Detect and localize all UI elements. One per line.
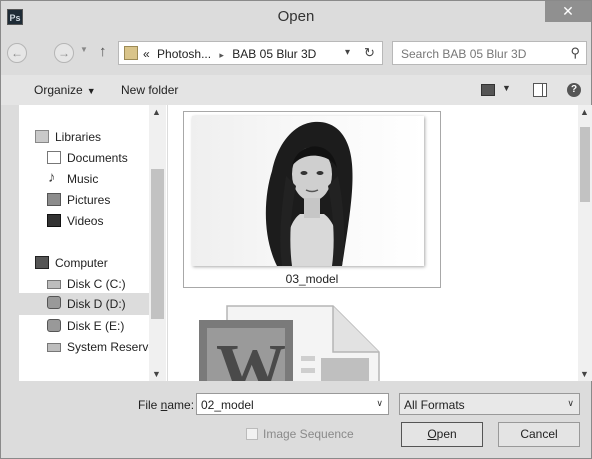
file-name-label: 03_model xyxy=(285,272,339,286)
nav-item-label: Documents xyxy=(67,151,128,165)
scrollbar-thumb[interactable] xyxy=(151,169,164,319)
breadcrumb: « Photosh... ▸ BAB 05 Blur 3D xyxy=(143,47,316,61)
image-thumbnail xyxy=(192,116,424,266)
nav-item-label: Pictures xyxy=(67,193,111,207)
caret-down-icon: ▼ xyxy=(86,86,96,96)
close-button[interactable]: ✕ xyxy=(545,1,591,22)
breadcrumb-separator-icon[interactable]: ▸ xyxy=(219,50,224,60)
disk-drive-icon xyxy=(47,296,61,309)
command-toolbar: Organize ▼ New folder ▼ ? xyxy=(1,75,591,105)
file-list-scrollbar[interactable]: ▲ ▼ xyxy=(578,105,592,381)
breadcrumb-item[interactable]: BAB 05 Blur 3D xyxy=(232,47,316,61)
disk-drive-icon xyxy=(47,319,61,332)
libraries-icon xyxy=(35,130,49,143)
navigation-pane: Libraries Documents Music Pictures Video… xyxy=(19,105,167,381)
nav-item-system-reserved[interactable]: System Reserved xyxy=(47,337,165,357)
change-view-icon[interactable] xyxy=(481,84,495,96)
portrait-photo xyxy=(265,121,353,266)
breadcrumb-item[interactable]: Photosh... xyxy=(157,47,211,61)
pictures-icon xyxy=(47,193,61,206)
image-sequence-checkbox[interactable] xyxy=(246,428,258,440)
dialog-title: Open xyxy=(277,8,315,25)
file-name-input[interactable]: 02_model xyxy=(201,398,254,412)
chevron-down-icon[interactable]: ∨ xyxy=(376,398,383,409)
chevron-down-icon[interactable]: ∨ xyxy=(567,398,574,409)
nav-item-computer[interactable]: Computer xyxy=(35,253,165,273)
new-folder-button[interactable]: New folder xyxy=(121,83,178,97)
nav-item-label: Disk D (D:) xyxy=(67,297,126,311)
computer-icon xyxy=(35,256,49,269)
nav-item-label: System Reserved xyxy=(67,340,162,354)
refresh-icon[interactable]: ↻ xyxy=(364,45,375,61)
nav-pane-scrollbar[interactable]: ▲ ▼ xyxy=(149,105,166,381)
scroll-down-icon[interactable]: ▼ xyxy=(152,369,161,379)
scroll-down-icon[interactable]: ▼ xyxy=(580,369,589,379)
nav-item-label: Music xyxy=(67,172,99,186)
nav-item-pictures[interactable]: Pictures xyxy=(47,190,165,210)
nav-item-label: Libraries xyxy=(55,130,102,144)
search-box[interactable]: Search BAB 05 Blur 3D ⚲ xyxy=(392,41,587,65)
organize-label: Organize xyxy=(34,83,83,97)
nav-item-label: Disk C (C:) xyxy=(67,277,126,291)
preview-pane-icon[interactable] xyxy=(533,83,547,97)
scroll-up-icon[interactable]: ▲ xyxy=(580,107,589,117)
nav-item-disk-d[interactable]: Disk D (D:) xyxy=(19,293,165,315)
scrollbar-thumb[interactable] xyxy=(580,127,590,202)
file-tile-03-model[interactable]: 03_model xyxy=(183,111,441,288)
address-dropdown-icon[interactable]: ▾ xyxy=(345,47,350,58)
nav-item-label: Disk E (E:) xyxy=(67,319,125,333)
nav-item-label: Computer xyxy=(55,256,108,270)
file-list: 03_model W xyxy=(168,105,578,381)
open-button[interactable]: Open xyxy=(401,422,483,447)
videos-icon xyxy=(47,214,61,227)
back-button[interactable]: ← xyxy=(7,43,27,63)
nav-item-documents[interactable]: Documents xyxy=(47,148,165,168)
hard-drive-icon xyxy=(47,280,61,289)
file-format-select[interactable]: All Formats ∨ xyxy=(399,393,580,415)
music-icon xyxy=(47,169,61,186)
nav-item-disk-c[interactable]: Disk C (C:) xyxy=(47,274,165,294)
search-input[interactable]: Search BAB 05 Blur 3D xyxy=(401,47,526,61)
hard-drive-icon xyxy=(47,343,61,352)
help-icon[interactable]: ? xyxy=(567,83,581,97)
nav-item-music[interactable]: Music xyxy=(47,169,165,189)
file-tile-word-document[interactable]: W xyxy=(183,300,441,381)
breadcrumb-overflow[interactable]: « xyxy=(143,47,150,61)
title-bar: Ps Open ✕ xyxy=(1,1,591,33)
address-bar[interactable]: « Photosh... ▸ BAB 05 Blur 3D ▾ ↻ xyxy=(118,41,383,65)
open-dialog: Ps Open ✕ ← → ▼ ↑ « Photosh... ▸ BAB 05 … xyxy=(0,0,592,459)
folder-icon xyxy=(124,46,138,60)
nav-item-libraries[interactable]: Libraries xyxy=(35,127,165,147)
word-document-icon: W xyxy=(199,305,380,381)
cancel-button[interactable]: Cancel xyxy=(498,422,580,447)
forward-button[interactable]: → xyxy=(54,43,74,63)
documents-icon xyxy=(47,151,61,164)
search-icon[interactable]: ⚲ xyxy=(570,45,580,61)
file-format-value: All Formats xyxy=(404,398,465,412)
nav-item-label: Videos xyxy=(67,214,104,228)
image-sequence-label: Image Sequence xyxy=(263,427,354,441)
svg-text:W: W xyxy=(216,331,286,381)
navigation-bar: ← → ▼ ↑ « Photosh... ▸ BAB 05 Blur 3D ▾ … xyxy=(1,39,591,69)
scroll-up-icon[interactable]: ▲ xyxy=(152,107,161,117)
recent-locations-dropdown-icon[interactable]: ▼ xyxy=(80,45,88,54)
file-name-label: File name: xyxy=(138,398,195,412)
nav-item-disk-e[interactable]: Disk E (E:) xyxy=(47,316,165,336)
up-folder-button[interactable]: ↑ xyxy=(99,43,107,60)
view-dropdown-icon[interactable]: ▼ xyxy=(502,83,511,93)
nav-item-videos[interactable]: Videos xyxy=(47,211,165,231)
file-name-combobox[interactable]: 02_model ∨ xyxy=(196,393,389,415)
organize-button[interactable]: Organize ▼ xyxy=(34,83,96,97)
